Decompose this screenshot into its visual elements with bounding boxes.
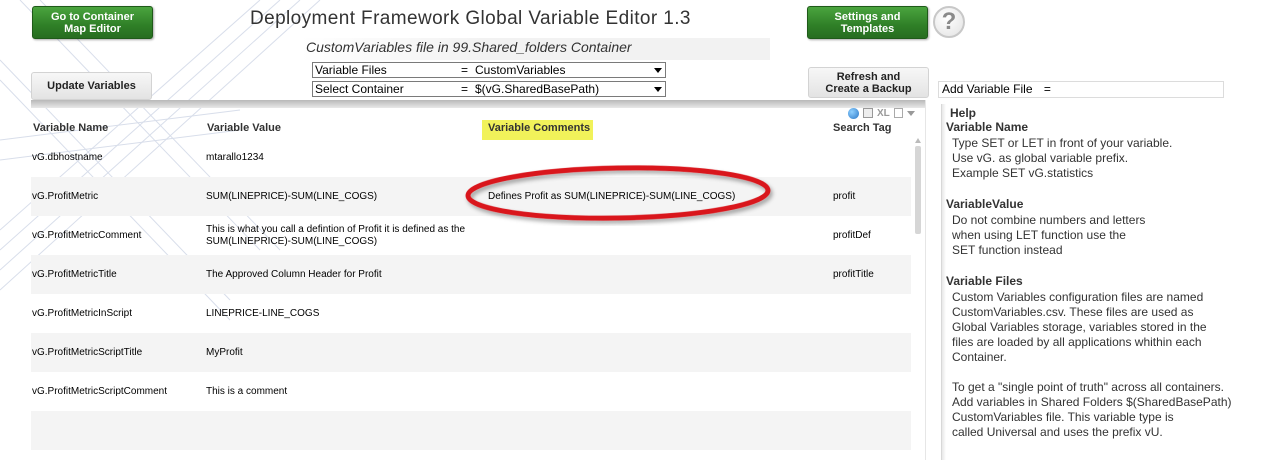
help-heading: VariableValue xyxy=(946,197,1024,211)
cell-variable-comment[interactable] xyxy=(488,255,788,294)
cell-variable-name[interactable]: vG.ProfitMetricInScript xyxy=(32,294,202,333)
cell-variable-value[interactable]: MyProfit xyxy=(206,333,476,372)
excel-export-icon[interactable]: XL xyxy=(877,108,890,119)
select-container-equals: = xyxy=(461,82,469,96)
cell-variable-value[interactable]: This is what you call a defintion of Pro… xyxy=(206,216,476,255)
table-row[interactable] xyxy=(31,411,911,450)
table-header: Variable Name Variable Value Variable Co… xyxy=(31,120,911,140)
column-header-variable-name[interactable]: Variable Name xyxy=(33,122,108,134)
cell-search-tag[interactable]: profitDef xyxy=(833,216,913,255)
table-row[interactable]: vG.ProfitMetricScriptTitle MyProfit xyxy=(31,333,911,372)
help-text: Custom Variables configuration files are… xyxy=(952,290,1232,439)
cell-variable-value[interactable]: SUM(LINEPRICE)-SUM(LINE_COGS) xyxy=(206,177,476,216)
table-top-bar xyxy=(31,100,925,108)
table-row[interactable]: vG.ProfitMetricTitle The Approved Column… xyxy=(31,255,911,294)
add-variable-file-field[interactable]: Add Variable File = xyxy=(938,81,1224,98)
variable-files-label: Variable Files xyxy=(315,63,387,77)
help-panel: Help Variable Name Type SET or LET in fr… xyxy=(941,104,1263,460)
cell-variable-name[interactable]: vG.ProfitMetricTitle xyxy=(32,255,202,294)
table-row[interactable]: vG.ProfitMetricScriptComment This is a c… xyxy=(31,372,911,411)
cell-variable-comment[interactable] xyxy=(488,138,788,177)
cell-search-tag[interactable] xyxy=(833,411,913,450)
cell-variable-comment[interactable] xyxy=(488,372,788,411)
help-title: Help xyxy=(950,106,977,120)
help-text: Do not combine numbers and letters when … xyxy=(952,213,1146,257)
cell-variable-value[interactable]: This is a comment xyxy=(206,372,476,411)
cell-variable-value[interactable]: The Approved Column Header for Profit xyxy=(206,255,476,294)
table-row[interactable]: vG.dbhostname mtarallo1234 xyxy=(31,138,911,177)
variable-files-select[interactable]: Variable Files = CustomVariables xyxy=(312,62,666,78)
cell-variable-comment[interactable] xyxy=(488,216,788,255)
table-row[interactable]: vG.ProfitMetricComment This is what you … xyxy=(31,216,911,255)
cell-search-tag[interactable] xyxy=(833,372,913,411)
copy-icon[interactable] xyxy=(893,108,903,118)
select-container-select[interactable]: Select Container = $(vG.SharedBasePath) xyxy=(312,81,666,97)
cell-variable-comment[interactable] xyxy=(488,411,788,450)
help-text: Type SET or LET in front of your variabl… xyxy=(952,136,1173,180)
help-heading: Variable Files xyxy=(946,274,1023,288)
cell-variable-name[interactable]: vG.ProfitMetricComment xyxy=(32,216,202,255)
variables-table: XL Variable Name Variable Value Variable… xyxy=(31,100,926,460)
table-divider xyxy=(925,100,926,460)
cell-variable-name[interactable]: vG.ProfitMetricScriptComment xyxy=(32,372,202,411)
table-toolbar: XL xyxy=(848,108,915,119)
go-to-container-map-editor-button[interactable]: Go to Container Map Editor xyxy=(32,6,153,39)
cell-variable-name[interactable] xyxy=(32,411,202,450)
cell-search-tag[interactable]: profit xyxy=(833,177,913,216)
update-variables-button[interactable]: Update Variables xyxy=(31,72,152,100)
menu-dropdown-icon[interactable] xyxy=(907,108,915,119)
help-heading: Variable Name xyxy=(946,120,1029,134)
cell-search-tag[interactable] xyxy=(833,294,913,333)
cell-variable-name[interactable]: vG.ProfitMetric xyxy=(32,177,202,216)
globe-icon[interactable] xyxy=(848,108,859,119)
help-question-icon[interactable]: ? xyxy=(933,6,965,38)
refresh-and-create-backup-button[interactable]: Refresh and Create a Backup xyxy=(808,67,929,98)
scroll-up-arrow-icon[interactable] xyxy=(915,138,921,143)
column-header-variable-value[interactable]: Variable Value xyxy=(207,122,281,134)
table-body: vG.dbhostname mtarallo1234 vG.ProfitMetr… xyxy=(31,138,911,450)
help-section-variable-files: Variable Files Custom Variables configur… xyxy=(946,274,1262,440)
column-header-search-tag[interactable]: Search Tag xyxy=(833,122,892,134)
scrollbar-thumb[interactable] xyxy=(915,146,921,234)
select-container-value: $(vG.SharedBasePath) xyxy=(475,82,600,96)
add-variable-file-equals: = xyxy=(1043,82,1051,96)
chevron-down-icon[interactable] xyxy=(651,82,665,96)
help-section-variable-value: VariableValue Do not combine numbers and… xyxy=(946,197,1262,258)
table-scrollbar[interactable] xyxy=(914,138,923,238)
table-row[interactable]: vG.ProfitMetric SUM(LINEPRICE)-SUM(LINE_… xyxy=(31,177,911,216)
cell-variable-comment[interactable] xyxy=(488,333,788,372)
cell-variable-name[interactable]: vG.dbhostname xyxy=(32,138,202,177)
cell-variable-comment[interactable] xyxy=(488,294,788,333)
add-variable-file-label: Add Variable File xyxy=(942,82,1033,96)
print-icon[interactable] xyxy=(863,108,873,118)
page-subtitle: CustomVariables file in 99.Shared_folder… xyxy=(300,38,770,60)
help-section-variable-name: Variable Name Type SET or LET in front o… xyxy=(946,120,1262,181)
variable-files-value: CustomVariables xyxy=(475,63,566,77)
cell-variable-name[interactable]: vG.ProfitMetricScriptTitle xyxy=(32,333,202,372)
app-title: Deployment Framework Global Variable Edi… xyxy=(250,8,691,29)
cell-variable-comment[interactable]: Defines Profit as SUM(LINEPRICE)-SUM(LIN… xyxy=(488,177,788,216)
select-container-label: Select Container xyxy=(315,82,404,96)
cell-search-tag[interactable] xyxy=(833,333,913,372)
chevron-down-icon[interactable] xyxy=(651,63,665,77)
variable-files-equals: = xyxy=(461,63,469,77)
settings-and-templates-button[interactable]: Settings and Templates xyxy=(807,6,928,39)
cell-variable-value[interactable]: LINEPRICE-LINE_COGS xyxy=(206,294,476,333)
cell-search-tag[interactable]: profitTitle xyxy=(833,255,913,294)
cell-search-tag[interactable] xyxy=(833,138,913,177)
table-row[interactable]: vG.ProfitMetricInScript LINEPRICE-LINE_C… xyxy=(31,294,911,333)
cell-variable-value[interactable]: mtarallo1234 xyxy=(206,138,476,177)
column-header-variable-comments[interactable]: Variable Comments xyxy=(488,122,590,134)
cell-variable-value[interactable] xyxy=(206,411,476,450)
